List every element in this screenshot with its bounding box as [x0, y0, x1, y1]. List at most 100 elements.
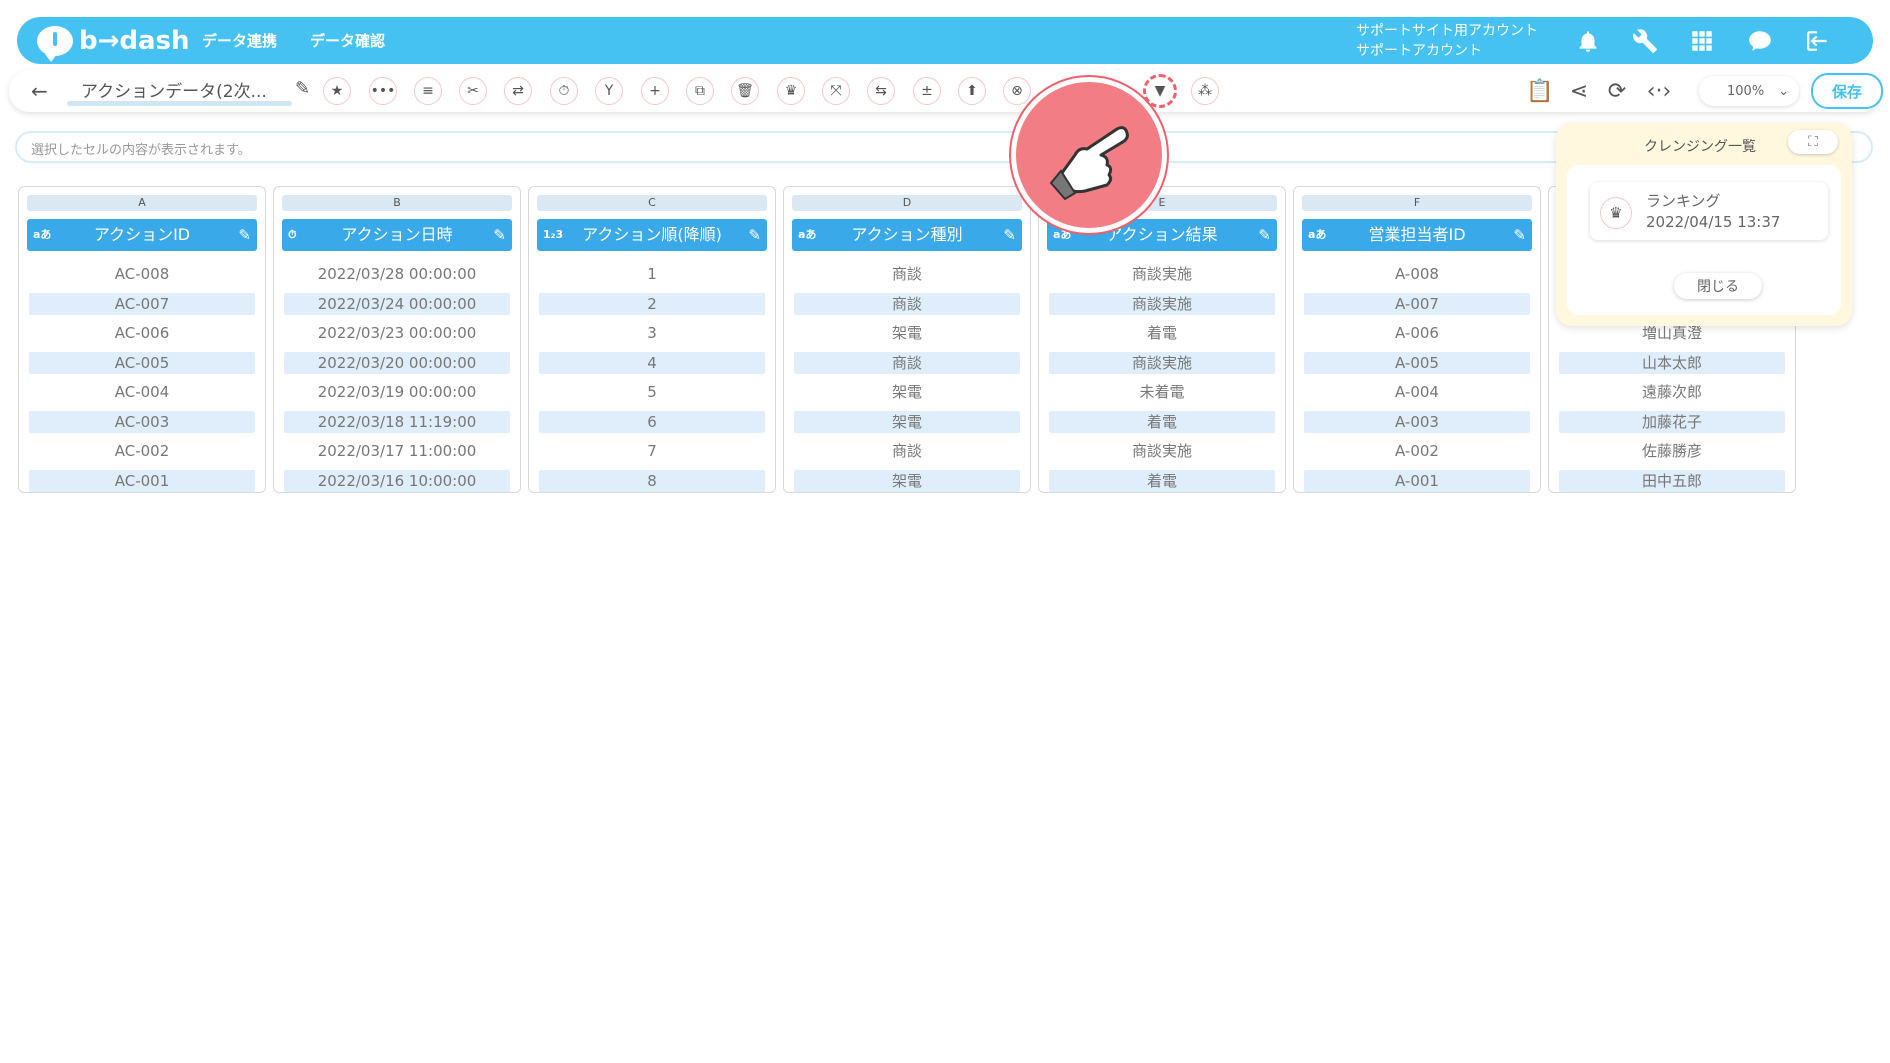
- swap-icon[interactable]: ⇆: [867, 77, 895, 105]
- column-header[interactable]: aあ 営業担当者ID ✎: [1302, 219, 1532, 251]
- sheet-title[interactable]: アクションデータ(2次...: [81, 77, 267, 102]
- export-icon[interactable]: ⬆: [958, 77, 986, 105]
- column-letter[interactable]: C: [537, 195, 767, 211]
- table-cell[interactable]: 商談実施: [1049, 440, 1275, 462]
- table-cell[interactable]: AC-008: [29, 263, 255, 285]
- grid-dots-icon[interactable]: ⁂: [1191, 77, 1219, 105]
- table-cell[interactable]: AC-007: [29, 293, 255, 315]
- table-cell[interactable]: 2022/03/18 11:19:00: [284, 411, 510, 433]
- account-info[interactable]: サポートサイト用アカウント サポートアカウント: [1356, 21, 1538, 61]
- table-cell[interactable]: 2022/03/23 00:00:00: [284, 322, 510, 344]
- zoom-select[interactable]: 100% ⌄: [1699, 76, 1799, 106]
- column-letter[interactable]: F: [1302, 195, 1532, 211]
- table-cell[interactable]: A-004: [1304, 381, 1530, 403]
- table-cell[interactable]: AC-005: [29, 352, 255, 374]
- table-cell[interactable]: 商談実施: [1049, 293, 1275, 315]
- table-cell[interactable]: 架電: [794, 411, 1020, 433]
- table-cell[interactable]: 2022/03/16 10:00:00: [284, 470, 510, 492]
- table-cell[interactable]: AC-001: [29, 470, 255, 492]
- refresh-icon[interactable]: ⟳: [1603, 77, 1631, 105]
- compress-icon[interactable]: ⤧: [822, 77, 850, 105]
- cleansing-item[interactable]: ♛ ランキング 2022/04/15 13:37: [1590, 182, 1828, 240]
- calc-icon[interactable]: ±: [913, 77, 941, 105]
- save-button[interactable]: 保存: [1811, 73, 1883, 109]
- table-cell[interactable]: 商談: [794, 263, 1020, 285]
- edit-column-icon[interactable]: ✎: [238, 219, 251, 251]
- table-cell[interactable]: 田中五郎: [1559, 470, 1785, 492]
- logout-icon[interactable]: [1802, 25, 1834, 57]
- edit-column-icon[interactable]: ✎: [493, 219, 506, 251]
- table-cell[interactable]: AC-003: [29, 411, 255, 433]
- table-cell[interactable]: 佐藤勝彦: [1559, 440, 1785, 462]
- edit-column-icon[interactable]: ✎: [1513, 219, 1526, 251]
- branch-icon[interactable]: Y: [595, 77, 623, 105]
- close-circle-icon[interactable]: ⊗: [1003, 77, 1031, 105]
- table-cell[interactable]: 未着電: [1049, 381, 1275, 403]
- table-cell[interactable]: 2022/03/24 00:00:00: [284, 293, 510, 315]
- filter-icon[interactable]: ▼: [1143, 74, 1177, 108]
- table-cell[interactable]: A-003: [1304, 411, 1530, 433]
- grid-icon[interactable]: [1686, 25, 1718, 57]
- table-cell[interactable]: 遠藤次郎: [1559, 381, 1785, 403]
- table-cell[interactable]: 6: [539, 411, 765, 433]
- delete-icon[interactable]: 🗑: [731, 77, 759, 105]
- table-cell[interactable]: 商談: [794, 352, 1020, 374]
- table-cell[interactable]: 山本太郎: [1559, 352, 1785, 374]
- crown-icon[interactable]: ♛: [777, 77, 805, 105]
- table-cell[interactable]: 架電: [794, 322, 1020, 344]
- table-cell[interactable]: 5: [539, 381, 765, 403]
- column-letter[interactable]: B: [282, 195, 512, 211]
- close-button[interactable]: 閉じる: [1674, 273, 1762, 299]
- table-cell[interactable]: 商談実施: [1049, 352, 1275, 374]
- table-cell[interactable]: 着電: [1049, 322, 1275, 344]
- table-cell[interactable]: 架電: [794, 470, 1020, 492]
- table-cell[interactable]: 7: [539, 440, 765, 462]
- table-cell[interactable]: 商談: [794, 293, 1020, 315]
- table-cell[interactable]: 着電: [1049, 411, 1275, 433]
- table-cell[interactable]: AC-002: [29, 440, 255, 462]
- table-cell[interactable]: A-007: [1304, 293, 1530, 315]
- table-cell[interactable]: 着電: [1049, 470, 1275, 492]
- edit-column-icon[interactable]: ✎: [1003, 219, 1016, 251]
- timer-icon[interactable]: ⏱: [550, 77, 578, 105]
- column-header[interactable]: aあ アクション種別 ✎: [792, 219, 1022, 251]
- list-icon[interactable]: ≡: [414, 77, 442, 105]
- add-icon[interactable]: +: [641, 77, 669, 105]
- column-letter[interactable]: D: [792, 195, 1022, 211]
- table-cell[interactable]: 2022/03/28 00:00:00: [284, 263, 510, 285]
- table-cell[interactable]: 商談: [794, 440, 1020, 462]
- nav-data-check[interactable]: データ確認: [310, 30, 385, 51]
- cut-icon[interactable]: ✂: [459, 77, 487, 105]
- table-cell[interactable]: A-006: [1304, 322, 1530, 344]
- chat-icon[interactable]: [1744, 25, 1776, 57]
- expand-icon[interactable]: ⛶: [1788, 130, 1838, 154]
- column-header[interactable]: ⏱ アクション日時 ✎: [282, 219, 512, 251]
- table-cell[interactable]: 3: [539, 322, 765, 344]
- code-icon[interactable]: ‹·›: [1645, 77, 1673, 105]
- table-cell[interactable]: A-001: [1304, 470, 1530, 492]
- edit-title-icon[interactable]: ✎: [295, 78, 310, 99]
- table-cell[interactable]: AC-006: [29, 322, 255, 344]
- table-cell[interactable]: A-008: [1304, 263, 1530, 285]
- more-icon[interactable]: •••: [369, 77, 397, 105]
- table-cell[interactable]: 4: [539, 352, 765, 374]
- table-cell[interactable]: 2022/03/17 11:00:00: [284, 440, 510, 462]
- share-icon[interactable]: ⋖: [1565, 77, 1593, 105]
- table-cell[interactable]: 2022/03/19 00:00:00: [284, 381, 510, 403]
- table-cell[interactable]: 1: [539, 263, 765, 285]
- table-cell[interactable]: 8: [539, 470, 765, 492]
- logo[interactable]: b→dash: [37, 23, 190, 62]
- clipboard-icon[interactable]: 📋: [1526, 77, 1554, 105]
- column-header[interactable]: aあ アクションID ✎: [27, 219, 257, 251]
- table-cell[interactable]: 加藤花子: [1559, 411, 1785, 433]
- table-cell[interactable]: A-002: [1304, 440, 1530, 462]
- table-cell[interactable]: 商談実施: [1049, 263, 1275, 285]
- bell-icon[interactable]: [1572, 25, 1604, 57]
- merge-icon[interactable]: ⇄: [504, 77, 532, 105]
- column-header[interactable]: 1₂3 アクション順(降順) ✎: [537, 219, 767, 251]
- edit-column-icon[interactable]: ✎: [1258, 219, 1271, 251]
- wrench-icon[interactable]: [1629, 25, 1661, 57]
- nav-data-integration[interactable]: データ連携: [202, 30, 277, 51]
- column-letter[interactable]: A: [27, 195, 257, 211]
- table-cell[interactable]: 架電: [794, 381, 1020, 403]
